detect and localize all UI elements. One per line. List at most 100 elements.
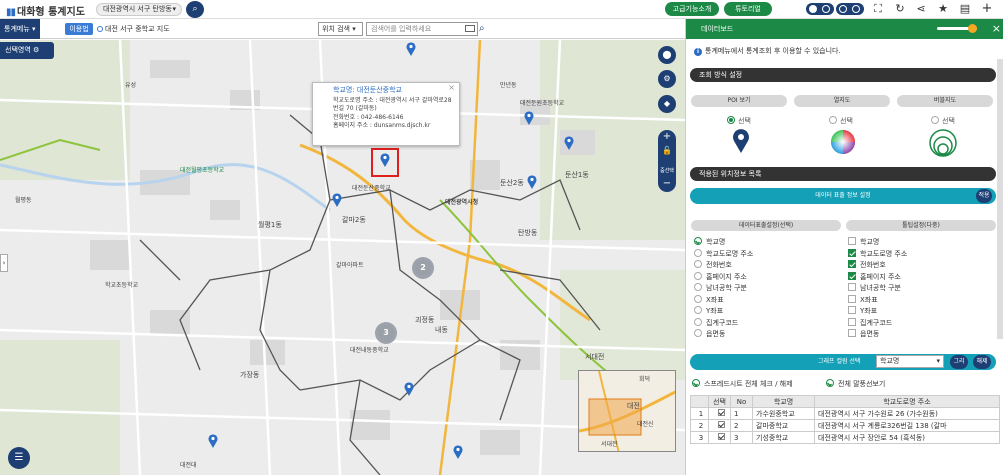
checkbox[interactable]: [717, 421, 725, 428]
view-toggle-map[interactable]: [806, 3, 834, 15]
tooltip-field-checkbox[interactable]: 홈페이지 주소: [848, 271, 901, 282]
stats-menu-button[interactable]: 통계메뉴 ▾: [0, 19, 40, 39]
school-marker[interactable]: [332, 193, 342, 207]
school-marker[interactable]: [524, 111, 534, 125]
checkbox[interactable]: [717, 409, 725, 416]
school-marker[interactable]: [453, 445, 463, 459]
check-all-spreadsheet[interactable]: 스프레드시트 전체 체크 / 해제: [692, 379, 793, 389]
display-field-option[interactable]: 학교도로명 주소: [694, 248, 753, 259]
map-settings-control[interactable]: ⚙: [658, 70, 676, 88]
display-field-option[interactable]: 전화번호: [694, 260, 732, 270]
row-checkbox[interactable]: [708, 419, 731, 432]
tooltip-field-checkbox[interactable]: 읍면동: [848, 329, 879, 339]
table-header[interactable]: 학교도로명 주소: [814, 395, 1000, 408]
tutorial-button[interactable]: 튜토리얼: [724, 2, 772, 16]
info-icon: i: [694, 48, 702, 56]
advanced-features-button[interactable]: 고급기능소개: [665, 2, 719, 16]
show-all-tooltips[interactable]: 전체 말풍선보기: [826, 379, 885, 389]
results-table: 선택 No 학교명 학교도로명 주소 1 1 가수원중학교 대전광역시 서구 가수원로…: [690, 395, 1000, 444]
tooltip-field-checkbox[interactable]: 집계구코드: [848, 317, 892, 328]
mode-radio-poi[interactable]: 선택: [727, 116, 751, 126]
display-field-option[interactable]: Y좌표: [694, 306, 723, 316]
display-field-option[interactable]: X좌표: [694, 294, 724, 305]
tooltip-field-checkbox[interactable]: 학교도로명 주소: [848, 248, 907, 259]
table-header[interactable]: No: [730, 395, 753, 408]
table-header: [690, 395, 709, 408]
opacity-slider[interactable]: [937, 24, 977, 33]
marker-cluster[interactable]: 3: [375, 322, 397, 344]
field-label: X좌표: [706, 295, 724, 304]
location-search-button[interactable]: ⌕: [479, 22, 491, 36]
search-button[interactable]: ⌕: [186, 1, 204, 18]
mode-tab-heatmap[interactable]: 열지도: [794, 95, 890, 107]
share-icon[interactable]: ⋖: [914, 2, 928, 16]
view-toggle-grid[interactable]: [836, 3, 864, 15]
map-pin-control[interactable]: ⬤: [658, 46, 676, 64]
table-header[interactable]: 학교명: [752, 395, 815, 408]
row-checkbox[interactable]: [708, 407, 731, 420]
breadcrumb: 대전 서구 중학교 지도: [97, 24, 170, 34]
tooltip-field-checkbox[interactable]: 남녀공학 구분: [848, 283, 901, 293]
close-icon[interactable]: ×: [992, 22, 1001, 35]
display-field-option[interactable]: 남녀공학 구분: [694, 283, 747, 293]
lock-icon[interactable]: 🔓: [658, 144, 676, 158]
tab-tooltip-settings[interactable]: 툴팁설정(다중): [846, 220, 996, 231]
keyboard-icon[interactable]: [465, 25, 475, 32]
table-row[interactable]: 1 1 가수원중학교 대전광역시 서구 가수원로 26 (가수원동): [690, 407, 1000, 420]
app-logo[interactable]: ▮▮ 대화형 통계지도: [6, 3, 85, 18]
tooltip-field-checkbox[interactable]: Y좌표: [848, 306, 877, 316]
bookmark-star-icon[interactable]: ★: [936, 2, 950, 16]
region-select[interactable]: 대전광역시 서구 탄방동 ▾: [96, 3, 182, 16]
map-layer-control[interactable]: ◆: [658, 95, 676, 113]
clear-graph-button[interactable]: 해제: [973, 355, 991, 369]
display-field-option[interactable]: 집계구코드: [694, 317, 739, 328]
select-area-button[interactable]: 선택영역 ⚙: [0, 42, 54, 59]
school-marker[interactable]: [208, 434, 218, 448]
minimap-label: 대전신: [637, 421, 654, 428]
school-marker[interactable]: [406, 42, 416, 56]
checkbox[interactable]: [717, 433, 725, 440]
graph-column-label: 그래프 컬럼 선택: [818, 358, 861, 365]
draw-graph-button[interactable]: 그리: [950, 355, 968, 369]
mode-radio-heatmap[interactable]: 선택: [829, 116, 853, 126]
search-type-select[interactable]: 위치 검색 ▾: [318, 22, 363, 36]
display-field-option[interactable]: 읍면동: [694, 329, 725, 339]
field-label: 집계구코드: [706, 318, 739, 327]
mode-tab-bubble[interactable]: 버블지도: [897, 95, 993, 107]
expand-left-button[interactable]: ›: [0, 254, 8, 272]
map-label: 내동: [435, 326, 448, 334]
zoom-out-button[interactable]: −: [658, 178, 676, 192]
apply-button[interactable]: 적용: [976, 189, 992, 203]
tooltip-field-checkbox[interactable]: X좌표: [848, 294, 878, 305]
refresh-icon[interactable]: ↻: [893, 2, 907, 16]
table-row[interactable]: 2 2 갈마중학교 대전광역시 서구 계룡로326번길 138 (갈마: [690, 419, 1000, 432]
row-checkbox[interactable]: [708, 431, 731, 444]
display-field-option[interactable]: 학교명: [694, 237, 725, 247]
add-icon[interactable]: +: [980, 2, 994, 16]
help-button[interactable]: 이용법: [65, 23, 93, 35]
school-marker[interactable]: [404, 382, 414, 396]
table-header[interactable]: 선택: [708, 395, 731, 408]
panel-scrollbar[interactable]: [997, 59, 1003, 339]
slider-handle[interactable]: [968, 24, 977, 33]
mode-tab-poi[interactable]: POI 보기: [691, 95, 787, 107]
marker-cluster[interactable]: 2: [412, 257, 434, 279]
school-marker[interactable]: [564, 136, 574, 150]
close-icon[interactable]: ×: [448, 83, 455, 93]
overview-minimap[interactable]: 회덕 대전 대전신 서대전: [578, 370, 676, 452]
graph-column-select[interactable]: 학교명 ▾: [876, 355, 944, 368]
fullscreen-icon[interactable]: ⛶: [871, 2, 885, 16]
map-canvas[interactable]: 유성 대전월평초등학교 갈마2동 둔산2동 대전광역시청 탄방동 둔산1동 대전…: [0, 40, 685, 475]
map-label: 대전둔산중학교: [352, 185, 391, 192]
document-icon[interactable]: ▤: [958, 2, 972, 16]
zoom-in-button[interactable]: +: [658, 130, 676, 144]
tab-data-display[interactable]: 데이터표출설정(선택): [691, 220, 841, 231]
school-marker[interactable]: [527, 175, 537, 189]
mode-radio-bubble[interactable]: 선택: [931, 116, 955, 126]
legend-list-button[interactable]: ☰: [8, 447, 30, 469]
tooltip-field-checkbox[interactable]: 전화번호: [848, 260, 886, 270]
location-search-input[interactable]: 검색어를 입력하세요: [366, 22, 478, 36]
table-row[interactable]: 3 3 기성중학교 대전광역시 서구 장안로 54 (흑석동): [690, 431, 1000, 444]
tooltip-field-checkbox[interactable]: 학교명: [848, 237, 879, 247]
display-field-option[interactable]: 홈페이지 주소: [694, 271, 747, 282]
